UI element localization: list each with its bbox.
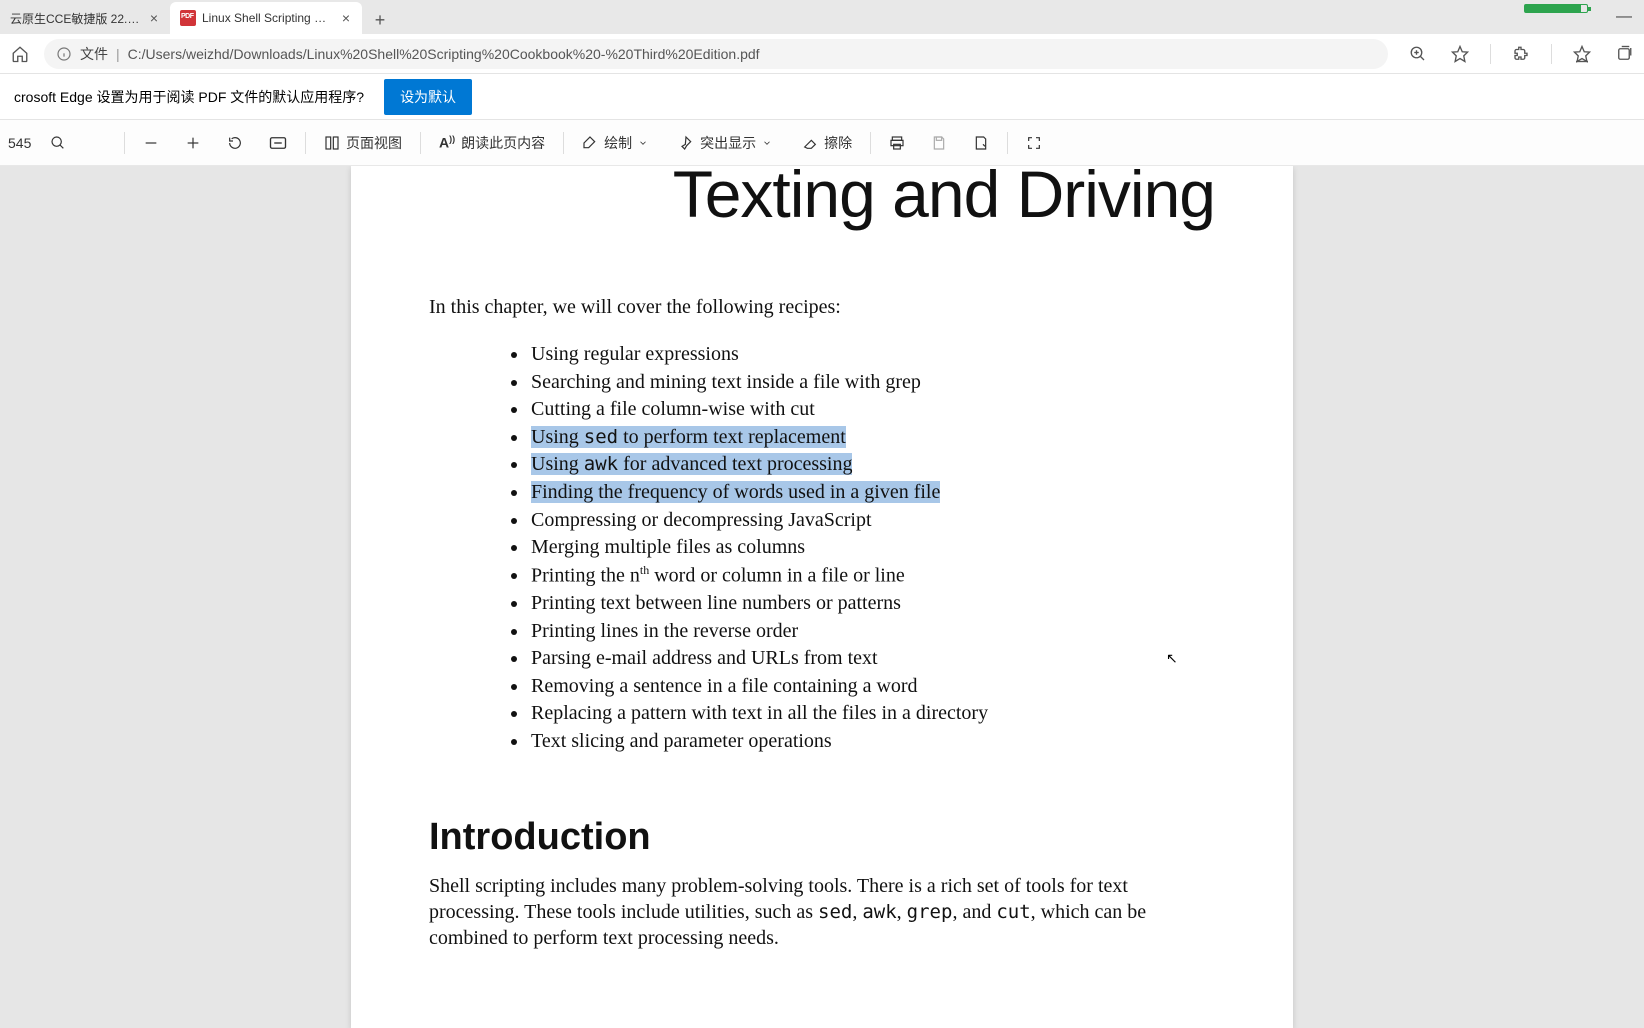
body-paragraph: Shell scripting includes many problem-so… [429, 873, 1215, 951]
page-number-input[interactable] [8, 135, 44, 151]
collections-icon[interactable] [1610, 40, 1638, 68]
new-tab-button[interactable]: + [366, 6, 394, 34]
addr-separator: | [116, 46, 120, 62]
pdf-icon [180, 10, 196, 26]
zoom-icon[interactable] [1404, 40, 1432, 68]
search-icon[interactable] [44, 131, 72, 155]
zoom-in-button[interactable] [179, 131, 207, 155]
close-icon[interactable]: × [338, 10, 354, 26]
draw-button[interactable]: 绘制 [576, 129, 654, 157]
save-as-icon[interactable] [967, 131, 995, 155]
list-item: Text slicing and parameter operations [529, 728, 1215, 756]
prompt-text: crosoft Edge 设置为用于阅读 PDF 文件的默认应用程序? [14, 87, 364, 107]
tab-title: 云原生CCE敏捷版 22.9.0 安全 [10, 10, 140, 27]
print-icon[interactable] [883, 131, 911, 155]
favorites-bar-icon[interactable] [1568, 40, 1596, 68]
separator [1551, 44, 1552, 64]
minimize-button[interactable]: — [1604, 8, 1644, 26]
chapter-intro: In this chapter, we will cover the follo… [429, 296, 1215, 319]
tab-title: Linux Shell Scripting Cookbook - [202, 11, 332, 25]
browser-tab-bar: 云原生CCE敏捷版 22.9.0 安全 × Linux Shell Script… [0, 0, 1644, 34]
chapter-title: Texting and Driving [429, 166, 1215, 232]
pdf-toolbar: 页面视图 A)) 朗读此页内容 绘制 突出显示 擦除 [0, 120, 1644, 166]
list-item: Finding the frequency of words used in a… [529, 479, 1215, 507]
default-app-prompt: crosoft Edge 设置为用于阅读 PDF 文件的默认应用程序? 设为默认 [0, 74, 1644, 120]
pdf-page: Texting and Driving In this chapter, we … [351, 166, 1293, 1028]
rotate-button[interactable] [221, 131, 249, 155]
save-icon[interactable] [925, 131, 953, 155]
battery-indicator [1524, 4, 1588, 13]
fullscreen-icon[interactable] [1020, 131, 1048, 155]
page-view-button[interactable]: 页面视图 [318, 129, 408, 157]
favorite-icon[interactable] [1446, 40, 1474, 68]
list-item: Using sed to perform text replacement [529, 424, 1215, 452]
zoom-out-button[interactable] [137, 131, 165, 155]
list-item: Merging multiple files as columns [529, 534, 1215, 562]
erase-button[interactable]: 擦除 [796, 129, 858, 157]
list-item: Printing lines in the reverse order [529, 618, 1215, 646]
list-item: Replacing a pattern with text in all the… [529, 700, 1215, 728]
list-item: Printing the nth word or column in a fil… [529, 562, 1215, 590]
list-item: Cutting a file column-wise with cut [529, 396, 1215, 424]
tab-item-0[interactable]: 云原生CCE敏捷版 22.9.0 安全 × [0, 2, 170, 34]
recipe-list: Using regular expressionsSearching and m… [429, 341, 1215, 756]
section-heading: Introduction [429, 816, 1215, 859]
address-bar-row: 文件 | C:/Users/weizhd/Downloads/Linux%20S… [0, 34, 1644, 74]
pdf-viewport[interactable]: Texting and Driving In this chapter, we … [0, 166, 1644, 1028]
address-bar[interactable]: 文件 | C:/Users/weizhd/Downloads/Linux%20S… [44, 39, 1388, 69]
list-item: Using regular expressions [529, 341, 1215, 369]
addr-path: C:/Users/weizhd/Downloads/Linux%20Shell%… [128, 46, 760, 62]
separator [1490, 44, 1491, 64]
addr-file-label: 文件 [80, 44, 108, 64]
set-default-button[interactable]: 设为默认 [384, 79, 472, 115]
highlight-button[interactable]: 突出显示 [672, 129, 778, 157]
list-item: Using awk for advanced text processing [529, 451, 1215, 479]
list-item: Parsing e-mail address and URLs from tex… [529, 645, 1215, 673]
close-icon[interactable]: × [146, 10, 162, 26]
chevron-down-icon [762, 138, 772, 148]
chevron-down-icon [638, 138, 648, 148]
list-item: Removing a sentence in a file containing… [529, 673, 1215, 701]
home-icon[interactable] [6, 40, 34, 68]
read-aloud-button[interactable]: A)) 朗读此页内容 [433, 129, 551, 157]
list-item: Searching and mining text inside a file … [529, 369, 1215, 397]
list-item: Printing text between line numbers or pa… [529, 590, 1215, 618]
info-icon [56, 46, 72, 62]
fit-page-button[interactable] [263, 132, 293, 154]
tab-item-1[interactable]: Linux Shell Scripting Cookbook - × [170, 2, 362, 34]
list-item: Compressing or decompressing JavaScript [529, 507, 1215, 535]
extensions-icon[interactable] [1507, 40, 1535, 68]
addr-right-icons [1404, 40, 1638, 68]
